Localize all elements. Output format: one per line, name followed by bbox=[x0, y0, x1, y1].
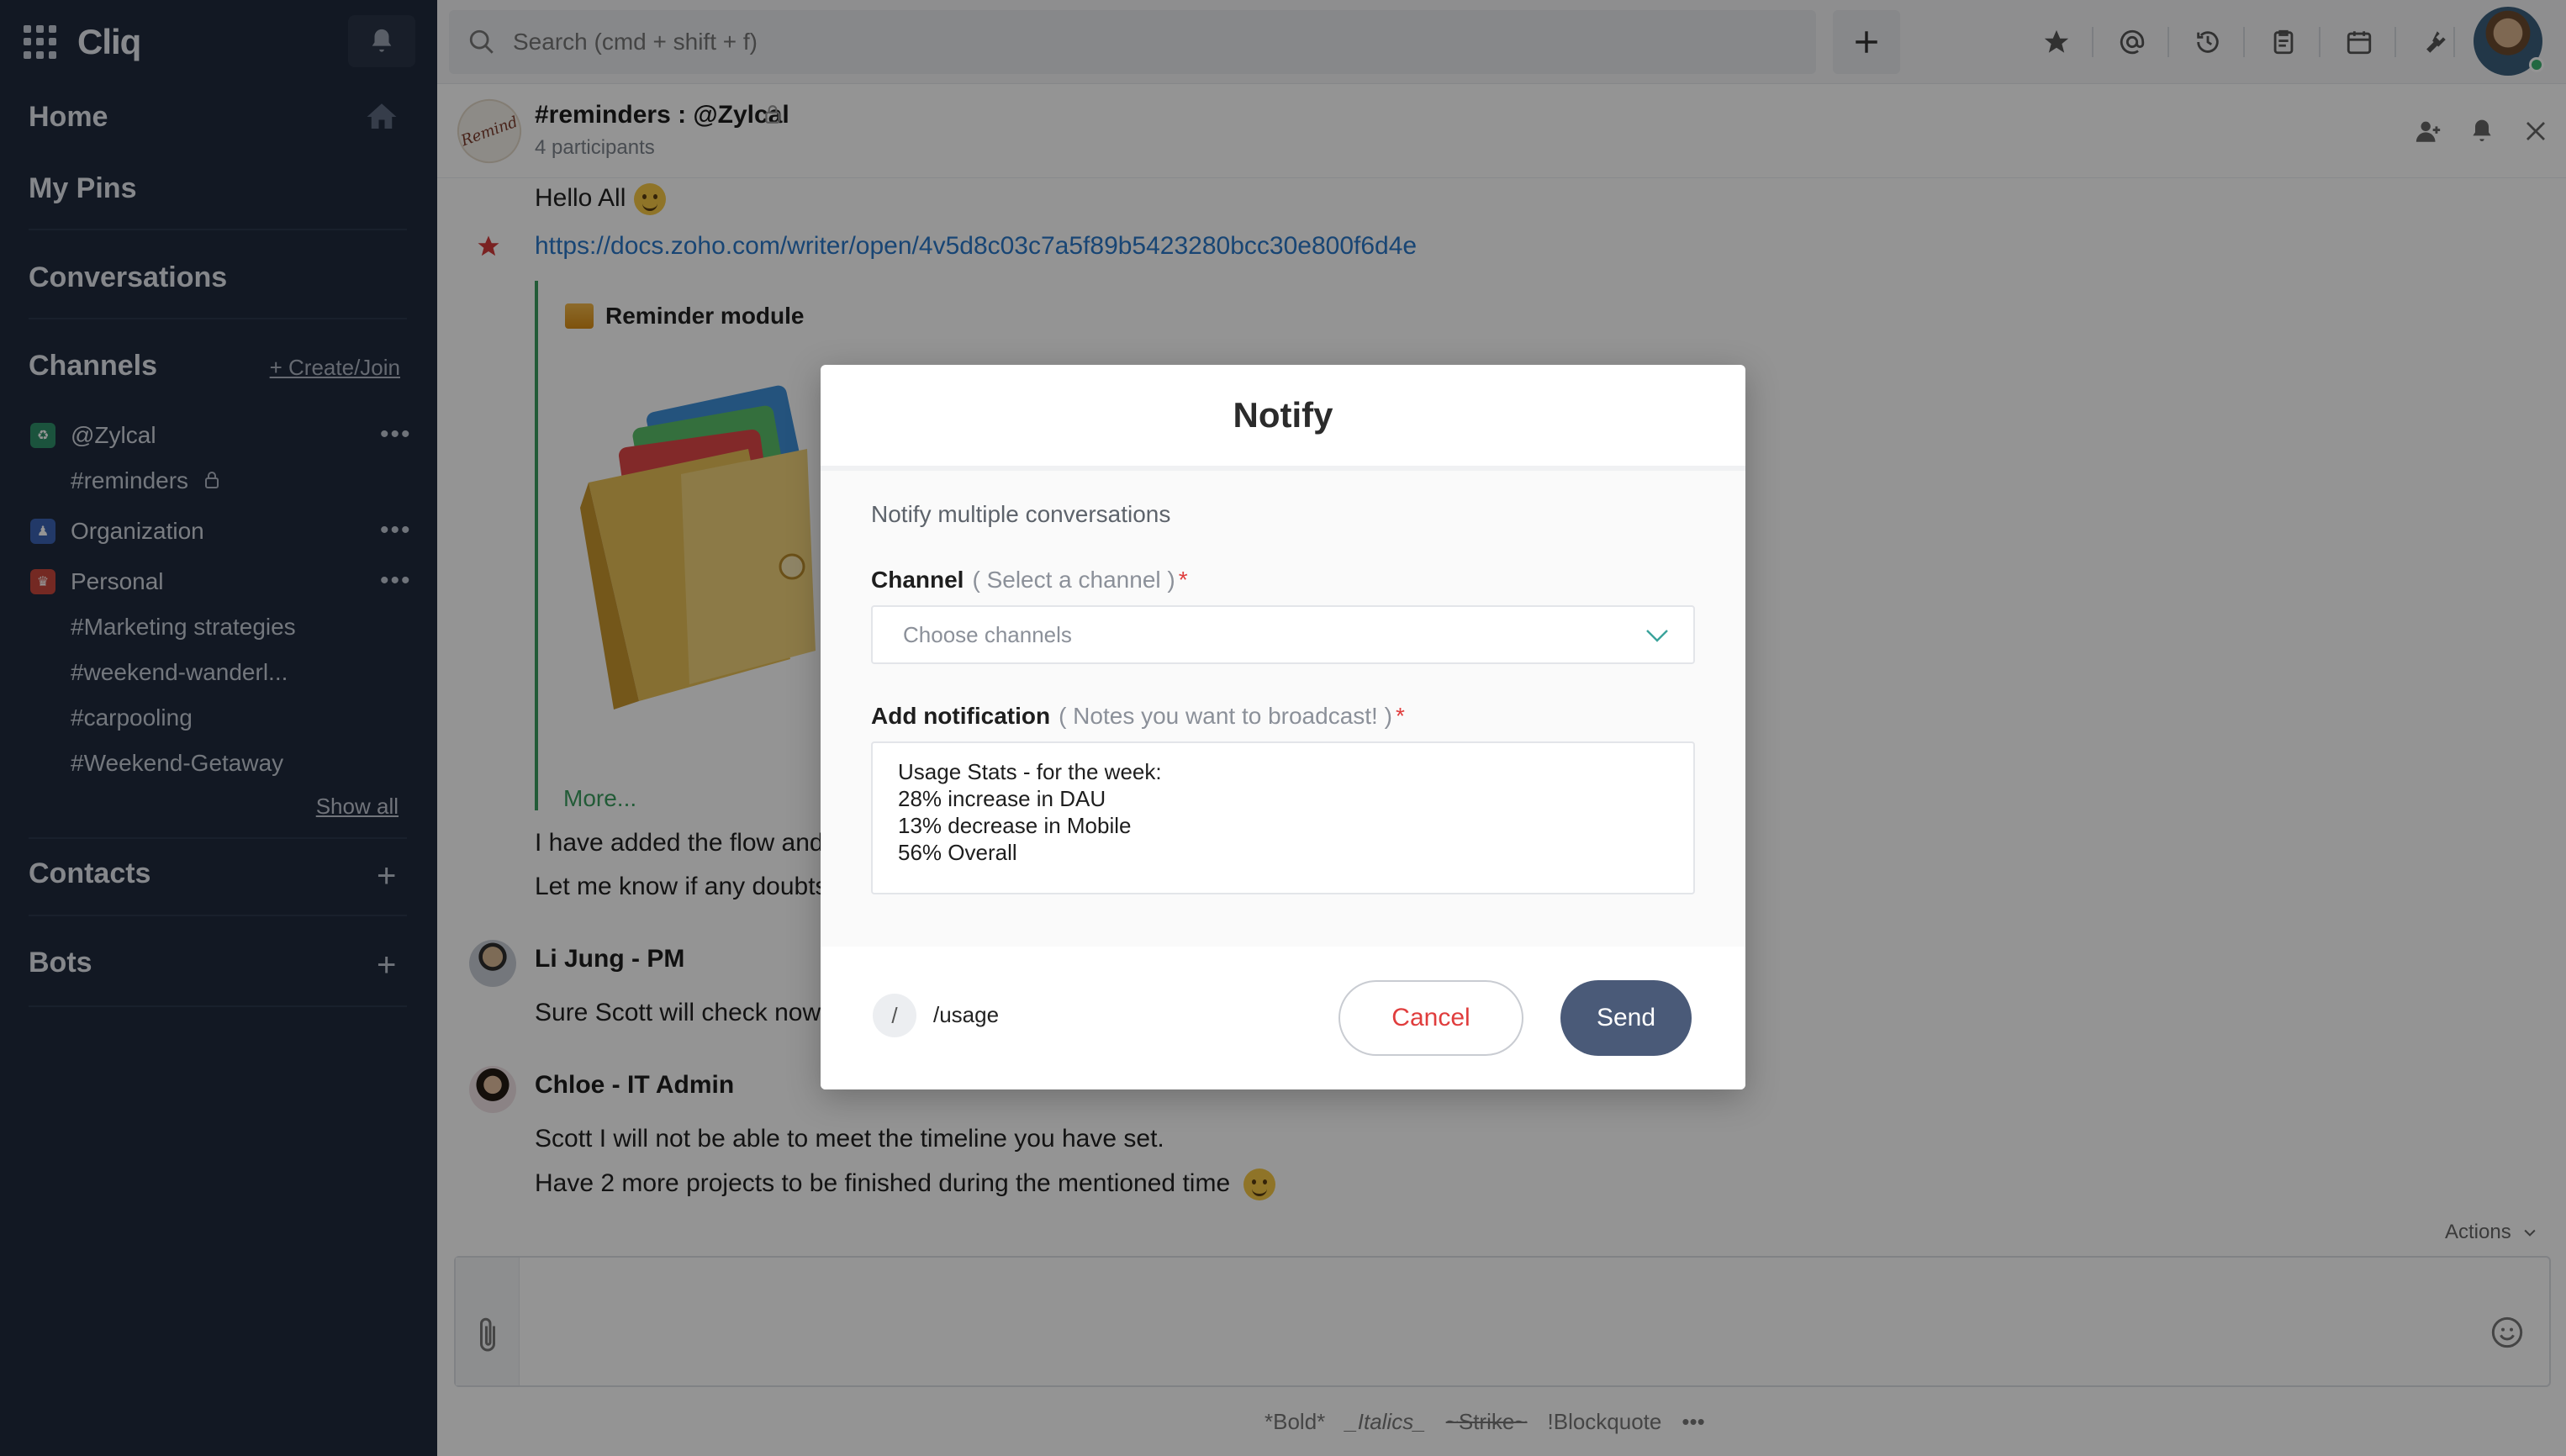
notification-textarea[interactable]: Usage Stats - for the week: 28% increase… bbox=[871, 741, 1695, 894]
notification-line: 13% decrease in Mobile bbox=[898, 813, 1132, 838]
channel-label-text: Channel bbox=[871, 567, 964, 593]
notification-line: 56% Overall bbox=[898, 840, 1017, 865]
notification-line: Usage Stats - for the week: bbox=[898, 759, 1162, 784]
channel-hint: ( Select a channel ) bbox=[972, 567, 1175, 593]
command-name: /usage bbox=[933, 1002, 1000, 1027]
notify-dialog-footer: / /usage Cancel Send bbox=[821, 947, 1745, 1089]
notify-dialog: Notify Notify multiple conversations Cha… bbox=[821, 365, 1745, 1089]
send-button[interactable]: Send bbox=[1560, 980, 1692, 1056]
channel-select-placeholder: Choose channels bbox=[903, 621, 1072, 647]
required-marker: * bbox=[1395, 703, 1405, 729]
channel-select[interactable]: Choose channels bbox=[871, 605, 1695, 664]
channel-field-label: Channel ( Select a channel ) * bbox=[871, 567, 1188, 593]
required-marker: * bbox=[1178, 567, 1188, 593]
notify-dialog-header: Notify bbox=[821, 365, 1745, 471]
dialog-description: Notify multiple conversations bbox=[871, 501, 1171, 527]
slash-command-icon: / bbox=[873, 994, 916, 1037]
chevron-down-icon bbox=[1646, 630, 1668, 642]
notify-dialog-body: Notify multiple conversations Channel ( S… bbox=[821, 471, 1745, 947]
cancel-button[interactable]: Cancel bbox=[1338, 980, 1523, 1056]
notification-hint: ( Notes you want to broadcast! ) bbox=[1059, 703, 1392, 729]
notification-field-label: Add notification ( Notes you want to broa… bbox=[871, 703, 1405, 730]
notification-line: 28% increase in DAU bbox=[898, 786, 1106, 811]
dialog-title: Notify bbox=[1233, 395, 1333, 435]
notification-label-text: Add notification bbox=[871, 703, 1051, 729]
